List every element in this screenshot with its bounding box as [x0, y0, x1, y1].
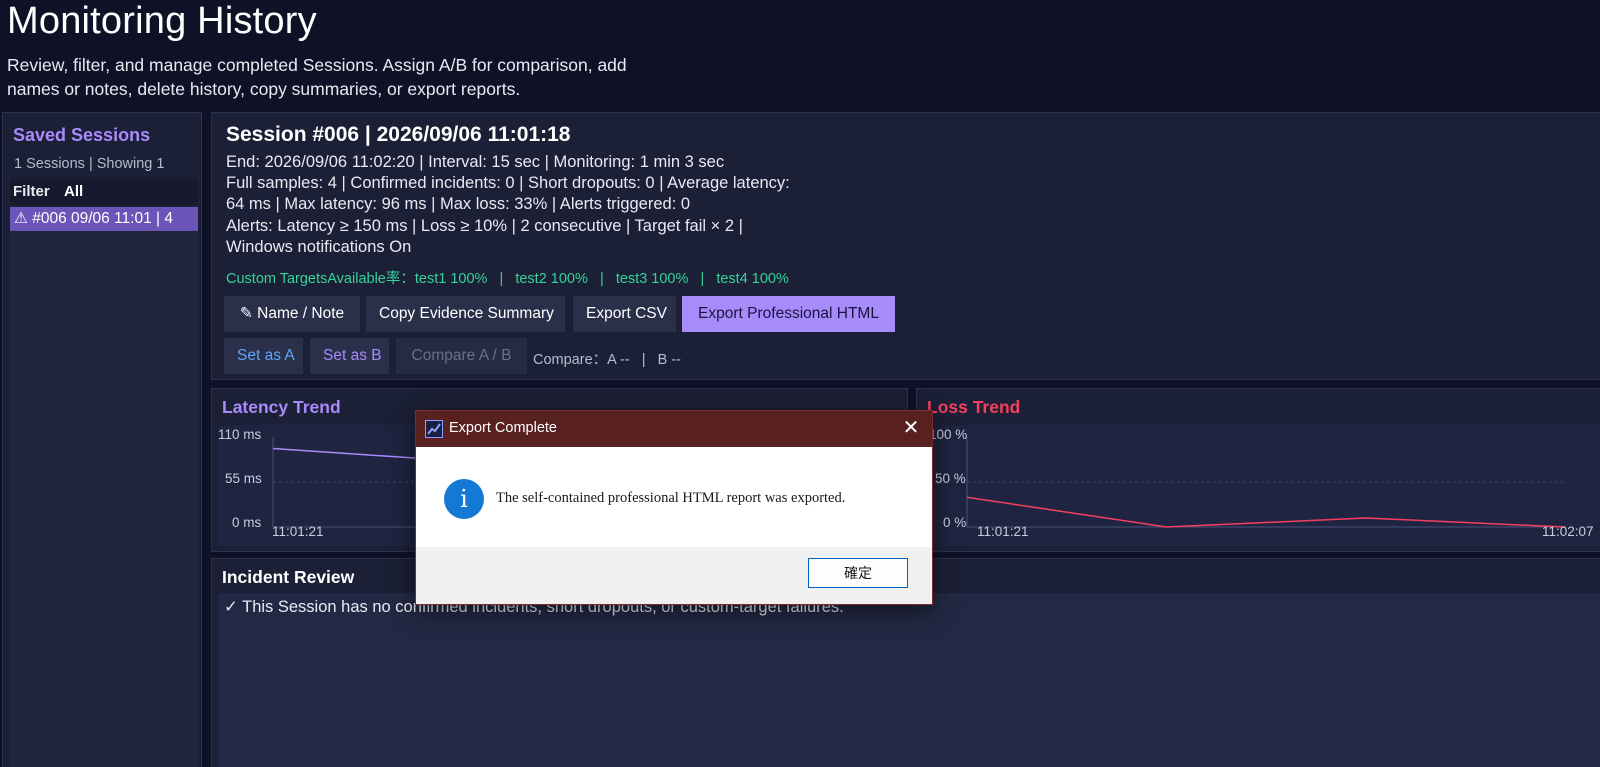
- session-detail-line: Full samples: 4 | Confirmed incidents: 0…: [226, 174, 790, 192]
- dialog-title: Export Complete: [449, 420, 557, 436]
- filter-row: Filter All: [10, 179, 198, 205]
- session-detail-panel: Session #006 | 2026/09/06 11:01:18 End: …: [211, 112, 1600, 380]
- session-list[interactable]: ⚠ #006 09/06 11:01 | 4: [10, 207, 198, 767]
- latency-chart-title: Latency Trend: [222, 397, 341, 417]
- loss-trend-panel: Loss Trend 100 % 50 % 0 % 11:01:21 11:02…: [916, 388, 1600, 552]
- compare-status: Compare：A -- | B --: [533, 352, 681, 368]
- set-as-b-button[interactable]: Set as B: [310, 338, 389, 374]
- custom-targets-availability: Custom TargetsAvailable率：test1 100% | te…: [226, 271, 789, 287]
- session-count: 1 Sessions | Showing 1: [14, 156, 165, 172]
- session-detail-line: Windows notifications On: [226, 238, 412, 256]
- dialog-titlebar[interactable]: Export Complete ✕: [416, 411, 932, 447]
- session-detail-line: 64 ms | Max latency: 96 ms | Max loss: 3…: [226, 195, 691, 213]
- export-html-button[interactable]: Export Professional HTML: [682, 296, 895, 332]
- ok-button[interactable]: 確定: [808, 558, 908, 588]
- y-tick-label: 110 ms: [218, 427, 262, 442]
- sidebar-title: Saved Sessions: [13, 125, 151, 145]
- compare-ab-button[interactable]: Compare A / B: [396, 338, 527, 374]
- session-detail-line: Alerts: Latency ≥ 150 ms | Loss ≥ 10% | …: [226, 217, 743, 235]
- page-subtitle: Review, filter, and manage completed Ses…: [7, 53, 707, 101]
- dialog-footer: 確定: [416, 547, 932, 604]
- incident-review-title: Incident Review: [222, 567, 355, 587]
- app-icon: [425, 420, 443, 438]
- x-tick-label: 11:01:21: [977, 524, 1029, 539]
- export-complete-dialog: Export Complete ✕ i The self-contained p…: [415, 410, 933, 605]
- info-icon: i: [444, 479, 484, 519]
- loss-chart-title: Loss Trend: [927, 397, 1021, 417]
- session-detail-line: End: 2026/09/06 11:02:20 | Interval: 15 …: [226, 153, 725, 171]
- dialog-message: The self-contained professional HTML rep…: [496, 490, 846, 506]
- y-tick-label: 100 %: [929, 427, 968, 442]
- name-note-button[interactable]: ✎ Name / Note: [224, 296, 360, 332]
- incident-review-body: ✓ This Session has no confirmed incident…: [218, 593, 1600, 767]
- filter-select[interactable]: All: [64, 183, 83, 200]
- saved-sessions-sidebar: Saved Sessions 1 Sessions | Showing 1 Fi…: [2, 112, 202, 767]
- subtitle-line: names or notes, delete history, copy sum…: [7, 79, 521, 99]
- y-tick-label: 0 ms: [232, 515, 262, 530]
- close-icon[interactable]: ✕: [900, 415, 922, 441]
- set-as-a-button[interactable]: Set as A: [224, 338, 303, 374]
- copy-evidence-summary-button[interactable]: Copy Evidence Summary: [366, 296, 565, 332]
- y-tick-label: 55 ms: [225, 471, 262, 486]
- y-tick-label: 50 %: [935, 471, 966, 486]
- filter-label: Filter: [13, 183, 50, 200]
- session-title: Session #006 | 2026/09/06 11:01:18: [226, 123, 571, 146]
- page-title: Monitoring History: [7, 0, 317, 42]
- series-line: [966, 496, 1566, 528]
- session-list-item[interactable]: ⚠ #006 09/06 11:01 | 4: [10, 207, 198, 231]
- y-tick-label: 0 %: [943, 515, 967, 530]
- x-tick-label: 11:01:21: [272, 524, 324, 539]
- export-csv-button[interactable]: Export CSV: [573, 296, 676, 332]
- subtitle-line: Review, filter, and manage completed Ses…: [7, 55, 627, 75]
- series-line: [272, 447, 419, 460]
- x-tick-label: 11:02:07: [1542, 524, 1594, 539]
